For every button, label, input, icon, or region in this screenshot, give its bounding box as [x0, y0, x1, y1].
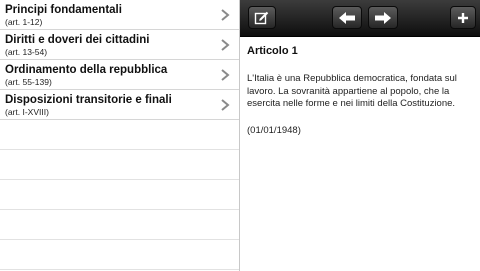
section-title: Principi fondamentali [5, 4, 122, 16]
article-view: Articolo 1 L'Italia è una Repubblica dem… [240, 37, 480, 271]
section-range: (art. I-XVIII) [5, 107, 49, 117]
section-title: Disposizioni transitorie e finali [5, 94, 172, 106]
chevron-right-icon [221, 39, 230, 51]
section-title: Diritti e doveri dei cittadini [5, 34, 150, 46]
empty-row [0, 120, 239, 150]
section-title: Ordinamento della repubblica [5, 64, 168, 76]
arrow-left-icon [339, 11, 355, 24]
chevron-right-icon [221, 69, 230, 81]
section-range: (art. 13-54) [5, 47, 48, 57]
toolbar [240, 0, 480, 37]
empty-row [0, 210, 239, 240]
edit-icon [254, 11, 269, 24]
empty-row [0, 150, 239, 180]
sections-list: Principi fondamentali (art. 1-12) Diritt… [0, 0, 240, 271]
empty-row [0, 180, 239, 210]
empty-row [0, 240, 239, 270]
section-item-disposizioni[interactable]: Disposizioni transitorie e finali (art. … [0, 90, 239, 120]
article-title: Articolo 1 [247, 45, 298, 57]
chevron-right-icon [221, 99, 230, 111]
chevron-right-icon [221, 9, 230, 21]
section-item-ordinamento[interactable]: Ordinamento della repubblica (art. 55-13… [0, 60, 239, 90]
section-item-diritti[interactable]: Diritti e doveri dei cittadini (art. 13-… [0, 30, 239, 60]
section-range: (art. 55-139) [5, 77, 52, 87]
arrow-right-icon [375, 11, 391, 24]
section-item-principi[interactable]: Principi fondamentali (art. 1-12) [0, 0, 239, 30]
forward-button[interactable] [368, 6, 398, 29]
edit-button[interactable] [248, 6, 276, 29]
section-range: (art. 1-12) [5, 17, 43, 27]
article-date: (01/01/1948) [247, 124, 301, 136]
plus-icon [458, 12, 468, 23]
back-button[interactable] [332, 6, 362, 29]
add-button[interactable] [450, 6, 476, 29]
article-text: L'Italia è una Repubblica democratica, f… [247, 73, 457, 109]
